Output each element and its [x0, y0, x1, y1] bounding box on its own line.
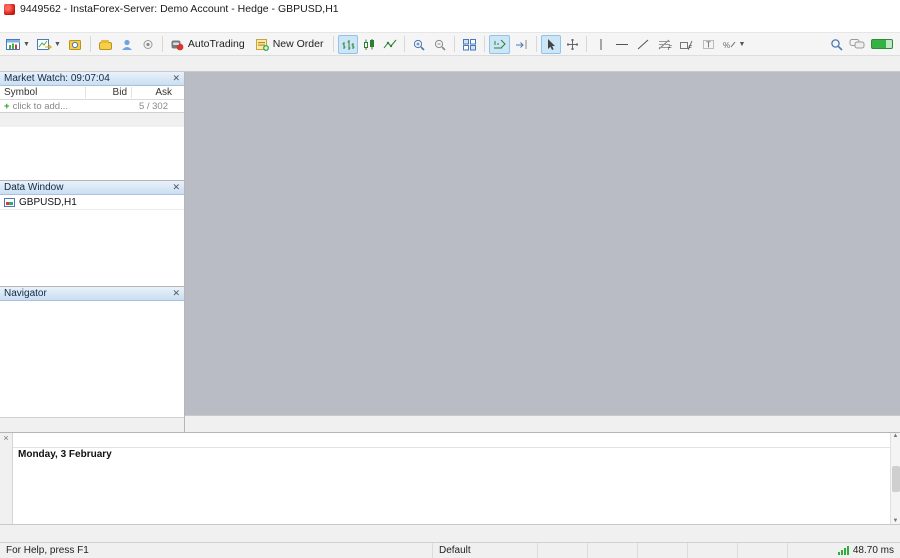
- line-chart-icon[interactable]: [380, 35, 400, 54]
- chart-icon: [4, 197, 15, 207]
- calendar-group-row: Monday, 3 February: [18, 449, 112, 460]
- tile-windows-icon[interactable]: [459, 35, 480, 54]
- svg-text:F: F: [688, 46, 692, 51]
- plus-icon: +: [4, 100, 10, 112]
- close-icon[interactable]: ✕: [172, 182, 180, 193]
- close-icon[interactable]: ✕: [172, 73, 180, 84]
- market-watch-panel: Market Watch: 09:07:04 ✕ Symbol Bid Ask …: [0, 72, 184, 181]
- navigator-header: Navigator ✕: [0, 287, 184, 301]
- auto-scroll-icon[interactable]: [489, 34, 511, 54]
- arrow-objects-icon[interactable]: % ▼: [719, 35, 748, 54]
- status-profile[interactable]: Default: [433, 543, 538, 558]
- signal-bars-icon: [837, 546, 849, 555]
- new-chart-button[interactable]: ▼: [3, 35, 33, 54]
- close-icon[interactable]: ×: [3, 433, 8, 443]
- svg-text:F: F: [668, 46, 672, 51]
- toolbox-strip: ×: [0, 433, 13, 524]
- latency-value: 48.70 ms: [852, 545, 894, 556]
- trendline-icon[interactable]: [633, 35, 653, 54]
- navigator-title: Navigator: [4, 288, 47, 299]
- new-order-label: New Order: [272, 38, 324, 50]
- profiles-button[interactable]: ▼: [34, 35, 64, 54]
- new-order-button[interactable]: New Order: [252, 35, 330, 54]
- data-window-header: Data Window ✕: [0, 181, 184, 195]
- title-bar: 9449562 - InstaForex-Server: Demo Accoun…: [0, 0, 900, 18]
- column-symbol[interactable]: Symbol: [0, 87, 86, 98]
- community-button[interactable]: [117, 35, 137, 54]
- toolbar: ▼ ▼ AutoTrading New Order F F T % ▼: [0, 33, 900, 56]
- data-folder-button[interactable]: [65, 35, 86, 54]
- text-label-icon[interactable]: T: [698, 35, 718, 54]
- vertical-line-icon[interactable]: [591, 35, 611, 54]
- bar-chart-icon[interactable]: [338, 34, 359, 54]
- deposit-button[interactable]: [95, 35, 116, 54]
- market-watch-add-row[interactable]: + click to add... 5 / 302: [0, 100, 184, 112]
- chart-workspace: [185, 72, 900, 415]
- calendar-scrollbar[interactable]: ▲ ▼: [890, 433, 900, 524]
- data-window-symbol: GBPUSD,H1: [0, 195, 184, 210]
- toolbox-panel: × Monday, 3 February ▲ ▼: [0, 432, 900, 524]
- mt5-window: 9449562 - InstaForex-Server: Demo Accoun…: [0, 0, 900, 558]
- autotrading-label: AutoTrading: [187, 38, 245, 50]
- toolbox-tab-bar: [0, 524, 900, 542]
- connection-status-icon: [871, 39, 893, 49]
- close-icon[interactable]: ✕: [172, 288, 180, 299]
- menu-bar: [0, 18, 900, 33]
- status-help-text: For Help, press F1: [0, 543, 433, 558]
- chart-tab-bar: [185, 415, 900, 432]
- data-window-title: Data Window: [4, 182, 64, 193]
- chevron-down-icon: ▼: [23, 40, 30, 48]
- svg-text:%: %: [723, 41, 730, 50]
- timeframe-bar: [0, 56, 900, 72]
- data-window-panel: Data Window ✕ GBPUSD,H1: [0, 181, 184, 287]
- shapes-icon[interactable]: F: [676, 35, 697, 54]
- navigator-tree: [0, 301, 184, 417]
- data-window-symbol-label: GBPUSD,H1: [19, 196, 77, 208]
- zoom-out-icon[interactable]: [430, 35, 450, 54]
- add-symbol-label: click to add...: [12, 100, 69, 112]
- window-title: 9449562 - InstaForex-Server: Demo Accoun…: [20, 3, 339, 15]
- signals-button[interactable]: [138, 35, 158, 54]
- chevron-down-icon: ▼: [53, 40, 61, 48]
- search-icon[interactable]: [830, 38, 843, 51]
- market-watch-header: Market Watch: 09:07:04 ✕: [0, 72, 184, 86]
- crosshair-icon[interactable]: [562, 35, 582, 54]
- fibonacci-icon[interactable]: F: [654, 35, 675, 54]
- candlestick-chart-icon[interactable]: [359, 35, 379, 54]
- svg-text:T: T: [706, 40, 711, 49]
- market-watch-title: Market Watch: 09:07:04: [4, 73, 110, 84]
- status-bar: For Help, press F1 Default 48.70 ms: [0, 542, 900, 558]
- chat-icon[interactable]: [849, 38, 865, 50]
- column-ask[interactable]: Ask: [132, 87, 184, 98]
- autotrading-button[interactable]: AutoTrading: [167, 35, 251, 54]
- market-watch-columns: Symbol Bid Ask: [0, 86, 184, 100]
- chevron-down-icon: ▼: [738, 40, 746, 48]
- symbol-count: 5 / 302: [138, 100, 168, 112]
- cursor-icon[interactable]: [541, 34, 562, 54]
- calendar-table: Monday, 3 February ▲ ▼: [13, 433, 900, 524]
- column-bid[interactable]: Bid: [86, 87, 132, 98]
- chart-shift-icon[interactable]: [511, 35, 532, 54]
- left-sidebar: Market Watch: 09:07:04 ✕ Symbol Bid Ask …: [0, 72, 185, 432]
- navigator-panel: Navigator ✕: [0, 287, 184, 432]
- app-logo-icon: [4, 3, 15, 15]
- status-latency: 48.70 ms: [788, 543, 900, 558]
- zoom-in-icon[interactable]: [409, 35, 429, 54]
- calendar-columns: [13, 433, 900, 448]
- horizontal-line-icon[interactable]: [612, 35, 632, 54]
